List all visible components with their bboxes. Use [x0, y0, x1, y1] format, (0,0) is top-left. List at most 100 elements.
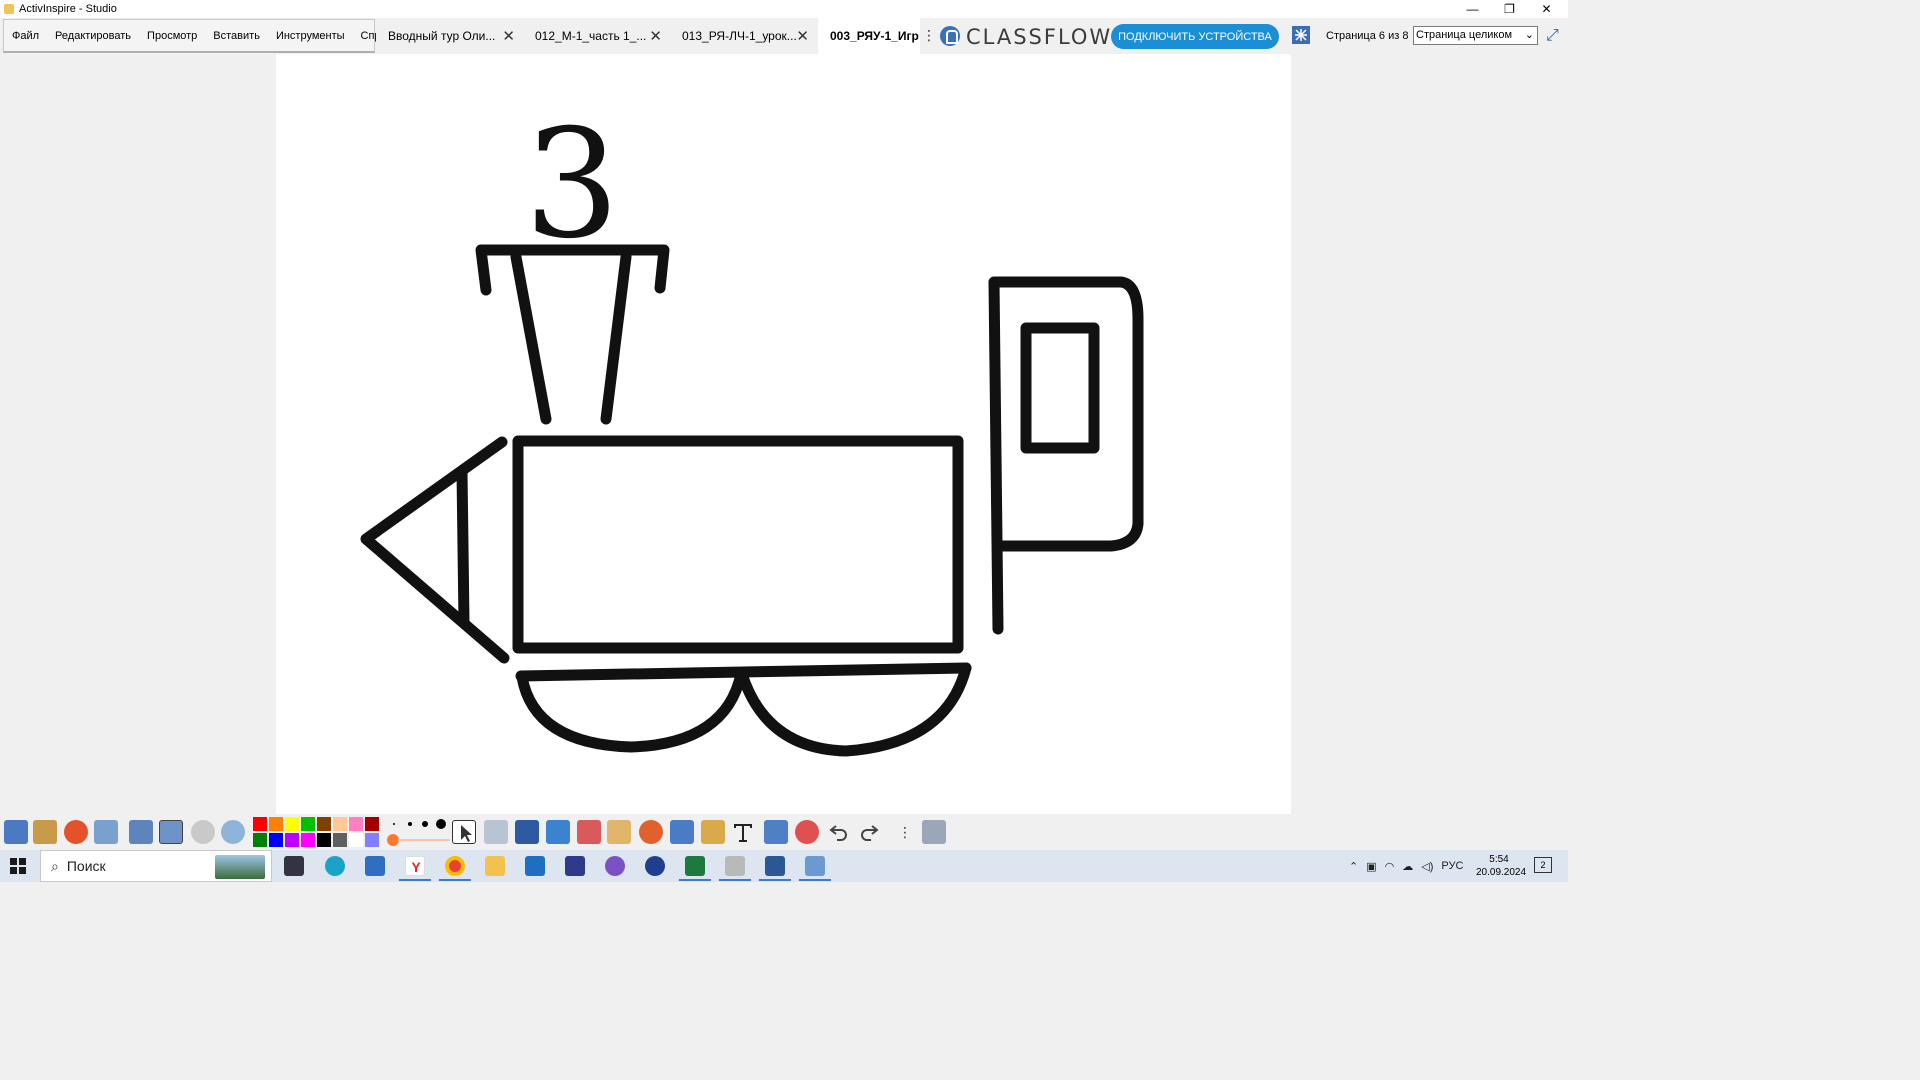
flipchart-page[interactable]: 3 — [276, 54, 1291, 814]
notification-center-icon[interactable]: 2 — [1534, 857, 1552, 873]
color-swatch[interactable] — [349, 817, 363, 831]
search-icon: ⌕ — [51, 857, 59, 874]
workspace: 3 — [0, 54, 1568, 814]
color-swatch[interactable] — [365, 833, 379, 847]
tab-document-3[interactable]: 013_РЯ-ЛЧ-1_урок... ✕ — [670, 18, 817, 54]
color-swatch[interactable] — [253, 817, 267, 831]
word-icon[interactable] — [765, 856, 785, 876]
language-indicator[interactable]: РУС — [1441, 860, 1463, 872]
browsers-icon[interactable] — [33, 820, 57, 844]
dual-user-icon[interactable] — [64, 820, 88, 844]
minimize-button[interactable]: — — [1454, 0, 1491, 18]
color-swatch[interactable] — [269, 817, 283, 831]
menu-file[interactable]: Файл — [4, 30, 47, 42]
tab-document-4[interactable]: 003_РЯУ-1_Игр — [818, 18, 920, 54]
store-icon[interactable] — [365, 856, 385, 876]
close-window-button[interactable]: ✕ — [1528, 0, 1565, 18]
cloud-icon[interactable]: ☁ — [1402, 860, 1413, 873]
search-placeholder: Поиск — [66, 858, 106, 874]
mail-icon[interactable] — [525, 856, 545, 876]
zoom-select[interactable]: Страница целиком ⌄ — [1413, 26, 1538, 45]
reset-page-icon[interactable] — [795, 820, 819, 844]
next-page-icon[interactable] — [159, 820, 183, 844]
desktop-annotate-icon[interactable] — [94, 820, 118, 844]
pen-tool-icon[interactable] — [515, 820, 539, 844]
color-swatch[interactable] — [333, 833, 347, 847]
pen-width-2[interactable] — [408, 822, 412, 826]
active-app-indicator — [759, 879, 791, 881]
viber-icon[interactable] — [605, 856, 625, 876]
tab-close-icon[interactable]: ✕ — [649, 27, 662, 45]
toolbox-more-icon[interactable]: ⋮ — [898, 824, 912, 841]
connector-tool-icon[interactable] — [670, 820, 694, 844]
select-tool-icon[interactable] — [452, 820, 476, 844]
shape-tool-icon[interactable] — [639, 820, 663, 844]
app-icon-c[interactable] — [805, 856, 825, 876]
tray-device-icon[interactable]: ▣ — [1366, 860, 1376, 873]
connect-devices-button[interactable]: ПОДКЛЮЧИТЬ УСТРОЙСТВА — [1111, 24, 1279, 49]
menu-insert[interactable]: Вставить — [205, 30, 268, 42]
tabs-more-icon[interactable]: ⋮ — [922, 27, 936, 44]
text-tool-icon[interactable] — [731, 820, 755, 844]
pen-width-3[interactable] — [422, 821, 428, 827]
volume-icon[interactable]: ◁) — [1421, 860, 1433, 873]
fill-tool-icon[interactable] — [607, 820, 631, 844]
color-swatch[interactable] — [285, 833, 299, 847]
tab-document-1[interactable]: Вводный тур Оли... ✕ — [376, 18, 523, 54]
network-icon[interactable]: ◠ — [1385, 860, 1395, 873]
fullscreen-icon[interactable]: ⤢ — [1546, 27, 1559, 45]
color-swatch[interactable] — [317, 817, 331, 831]
file-explorer-icon[interactable] — [485, 856, 505, 876]
page-indicator: Страница 6 из 8 — [1326, 30, 1409, 42]
activinspire-taskbar-icon[interactable] — [725, 856, 745, 876]
menu-tools[interactable]: Инструменты — [268, 30, 353, 42]
taskbar-search[interactable]: ⌕ Поиск — [40, 850, 272, 882]
color-swatch[interactable] — [349, 833, 363, 847]
pen-width-slider-track[interactable] — [398, 839, 450, 841]
pen-width-4[interactable] — [436, 819, 446, 829]
chimney-left-leg — [510, 251, 552, 425]
task-view-icon[interactable] — [284, 856, 304, 876]
wheel-left — [516, 668, 747, 753]
tray-overflow-icon[interactable]: ⌃ — [1349, 860, 1358, 873]
excel-icon[interactable] — [685, 856, 705, 876]
pen-width-1[interactable] — [393, 823, 395, 825]
tab-label: 003_РЯУ-1_Игр — [830, 29, 919, 43]
restore-button[interactable]: ❐ — [1491, 0, 1528, 18]
app-icon-b[interactable] — [645, 856, 665, 876]
color-swatch[interactable] — [301, 817, 315, 831]
yandex-browser-icon[interactable]: Y — [405, 856, 425, 876]
color-swatch[interactable] — [301, 833, 315, 847]
play-icon[interactable] — [191, 820, 215, 844]
color-swatch[interactable] — [253, 833, 267, 847]
color-swatch[interactable] — [365, 817, 379, 831]
clear-tool-icon[interactable] — [701, 820, 725, 844]
redo-icon[interactable] — [857, 820, 881, 844]
undo-icon[interactable] — [827, 820, 851, 844]
eraser-tool-icon[interactable] — [577, 820, 601, 844]
app-icon-a[interactable] — [565, 856, 585, 876]
tools-icon[interactable] — [484, 820, 508, 844]
tab-close-icon[interactable]: ✕ — [502, 27, 515, 45]
chimney-number: 3 — [524, 98, 619, 272]
tab-document-2[interactable]: 012_М-1_часть 1_... ✕ — [523, 18, 670, 54]
windows-start-icon[interactable] — [10, 858, 26, 874]
page-browser-icon[interactable] — [1292, 26, 1310, 44]
edge-browser-icon[interactable] — [325, 856, 345, 876]
toolbox-settings-icon[interactable] — [922, 820, 946, 844]
highlighter-tool-icon[interactable] — [546, 820, 570, 844]
active-app-indicator — [719, 879, 751, 881]
menu-view[interactable]: Просмотр — [139, 30, 205, 42]
color-swatch[interactable] — [317, 833, 331, 847]
globe-icon[interactable] — [221, 820, 245, 844]
color-swatch[interactable] — [333, 817, 347, 831]
tab-close-icon[interactable]: ✕ — [796, 27, 809, 45]
main-menu-icon[interactable] — [4, 820, 28, 844]
color-swatch[interactable] — [285, 817, 299, 831]
previous-page-icon[interactable] — [129, 820, 153, 844]
chrome-icon[interactable] — [445, 856, 465, 876]
magic-ink-icon[interactable] — [764, 820, 788, 844]
clock[interactable]: 5:54 20.09.2024 — [1476, 853, 1526, 879]
menu-edit[interactable]: Редактировать — [47, 30, 139, 42]
color-swatch[interactable] — [269, 833, 283, 847]
